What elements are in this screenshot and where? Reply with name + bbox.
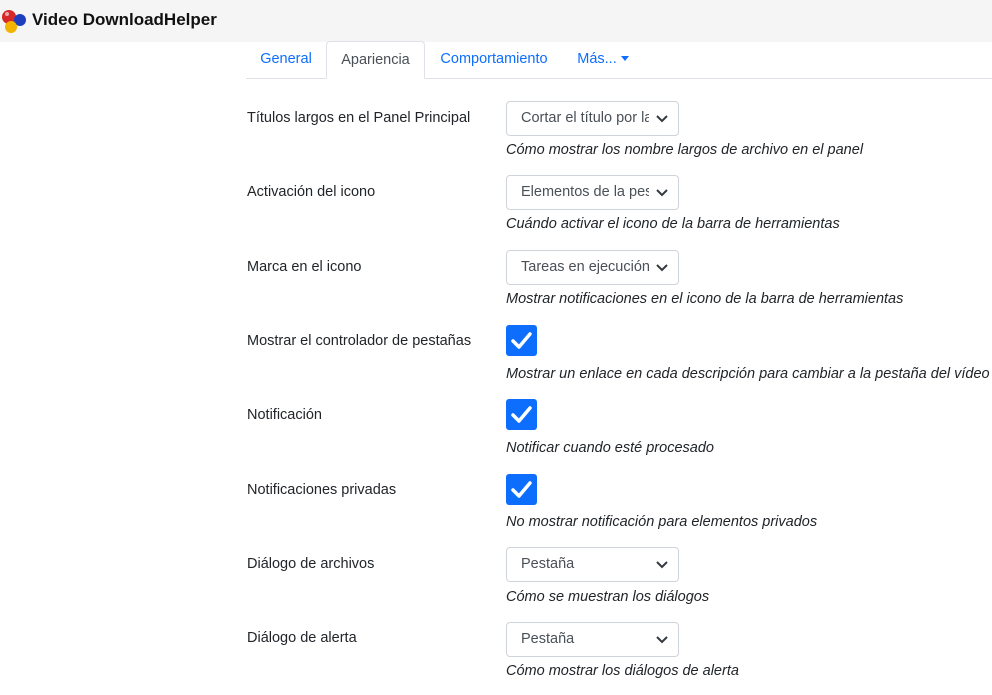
setting-label-alert-dialog: Diálogo de alerta <box>247 630 357 646</box>
caret-down-icon <box>620 55 629 61</box>
setting-label-private-notifications: Notificaciones privadas <box>247 482 397 498</box>
private-notifications-checkbox[interactable] <box>506 474 537 505</box>
alert-dialog-select-value: Pestaña <box>521 631 575 647</box>
notification-checkbox[interactable] <box>506 399 537 430</box>
chevron-down-icon <box>656 264 668 272</box>
setting-desc-private-notifications: No mostrar notificación para elementos p… <box>506 514 818 530</box>
setting-desc-alert-dialog: Cómo mostrar los diálogos de alerta <box>506 663 739 679</box>
chevron-down-icon <box>656 561 668 569</box>
tab-mas-label: Más... <box>577 51 617 67</box>
tab-bar: General Apariencia Comportamiento Más... <box>246 41 992 79</box>
app-title: Video DownloadHelper <box>32 10 217 29</box>
tab-general[interactable]: General <box>246 41 326 78</box>
setting-label-icon-activation: Activación del icono <box>247 184 376 200</box>
tab-controller-checkbox[interactable] <box>506 325 537 356</box>
setting-desc-file-dialog: Cómo se muestran los diálogos <box>506 589 710 605</box>
alert-dialog-select[interactable]: Pestaña <box>506 622 679 657</box>
tab-mas-dropdown[interactable]: Más... <box>568 41 638 78</box>
colored-balls-logo-icon <box>2 10 26 33</box>
icon-badge-select[interactable]: Tareas en ejecución <box>506 250 679 285</box>
icon-activation-select[interactable]: Elementos de la pestaña <box>506 175 679 210</box>
checkmark-icon <box>511 481 532 498</box>
chevron-down-icon <box>656 189 668 197</box>
chevron-down-icon <box>656 636 668 644</box>
setting-desc-icon-badge: Mostrar notificaciones en el icono de la… <box>506 291 904 307</box>
file-dialog-select[interactable]: Pestaña <box>506 547 679 582</box>
setting-label-notification: Notificación <box>247 407 322 423</box>
setting-label-long-titles: Títulos largos en el Panel Principal <box>247 110 471 126</box>
tab-comportamiento[interactable]: Comportamiento <box>429 41 559 78</box>
setting-label-file-dialog: Diálogo de archivos <box>247 556 375 572</box>
tab-apariencia[interactable]: Apariencia <box>326 41 425 79</box>
setting-desc-icon-activation: Cuándo activar el icono de la barra de h… <box>506 216 840 232</box>
checkmark-icon <box>511 406 532 423</box>
setting-desc-tab-controller: Mostrar un enlace en cada descripción pa… <box>506 366 990 382</box>
long-titles-select[interactable]: Cortar el título por la mitad <box>506 101 679 136</box>
setting-desc-notification: Notificar cuando esté procesado <box>506 440 714 456</box>
icon-activation-select-value: Elementos de la pestaña <box>521 184 649 200</box>
setting-label-tab-controller: Mostrar el controlador de pestañas <box>247 333 472 349</box>
icon-badge-select-value: Tareas en ejecución <box>521 259 649 275</box>
app-header: Video DownloadHelper <box>0 0 992 42</box>
file-dialog-select-value: Pestaña <box>521 556 575 572</box>
long-titles-select-value: Cortar el título por la mitad <box>521 110 649 126</box>
setting-desc-long-titles: Cómo mostrar los nombre largos de archiv… <box>506 142 864 158</box>
chevron-down-icon <box>656 115 668 123</box>
setting-label-icon-badge: Marca en el icono <box>247 259 362 275</box>
checkmark-icon <box>511 332 532 349</box>
